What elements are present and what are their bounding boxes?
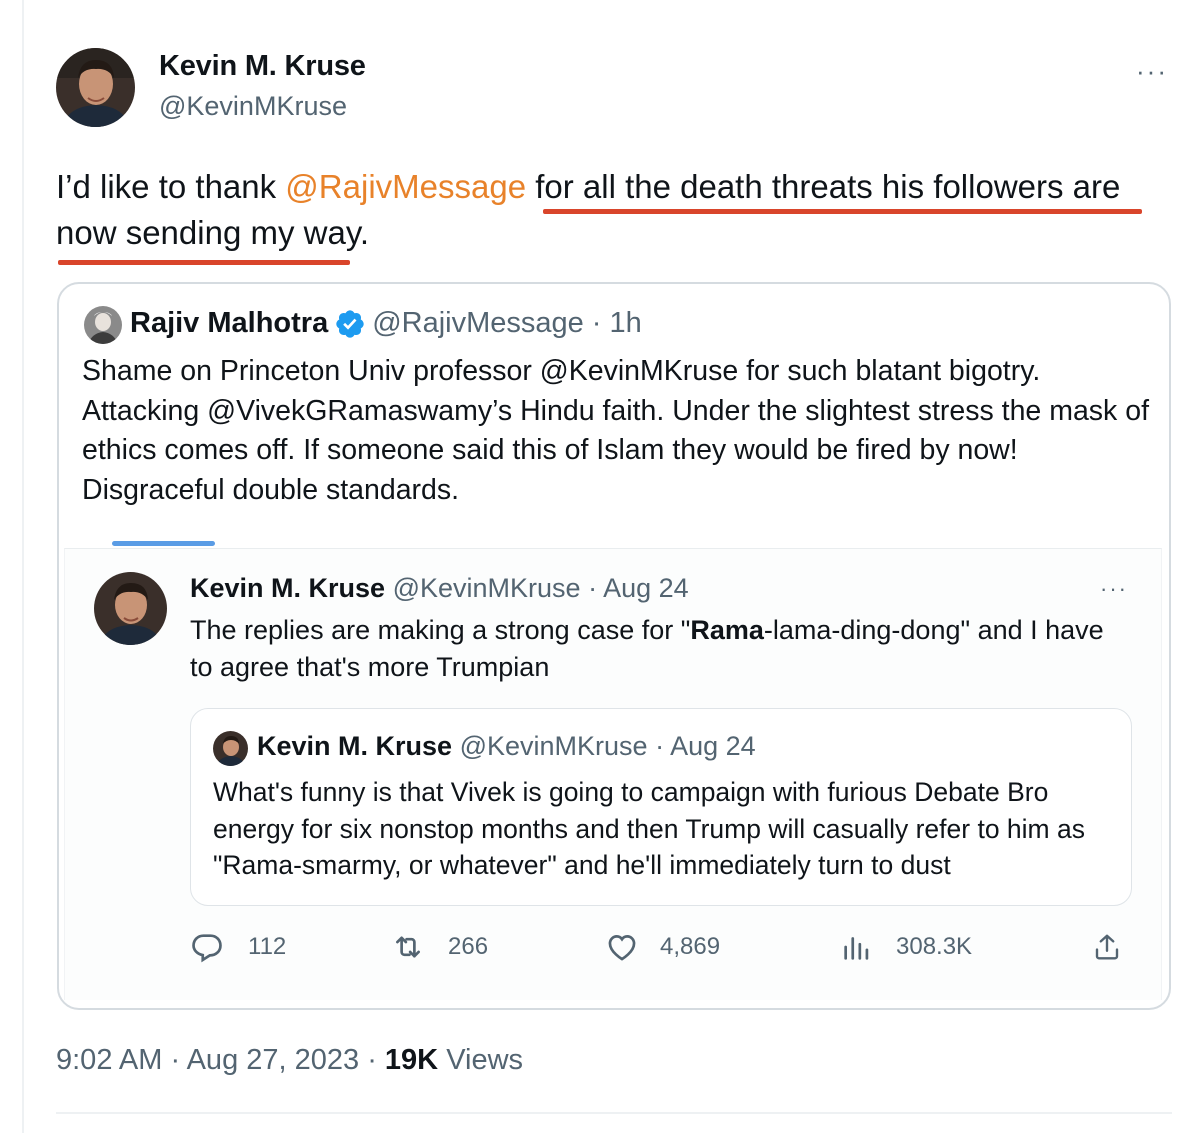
embedded-author-avatar xyxy=(94,572,167,645)
left-divider xyxy=(22,0,24,1133)
tweet-timestamp: 9:02 AM · Aug 27, 2023 · 19K Views xyxy=(56,1044,523,1077)
share-action xyxy=(1092,930,1122,964)
tweet-date[interactable]: Aug 27, 2023 xyxy=(187,1044,360,1076)
mention-link[interactable]: @RajivMessage xyxy=(285,168,526,205)
nested-author-avatar xyxy=(213,731,248,766)
embedded-text-bold: Rama xyxy=(690,615,764,645)
annotation-underline xyxy=(543,209,1142,214)
views-action: 308.3K xyxy=(840,930,972,964)
embedded-header: Kevin M. Kruse @KevinMKruse · Aug 24 xyxy=(190,573,689,604)
selected-tab-indicator xyxy=(112,541,215,546)
nested-text: What's funny is that Vivek is going to c… xyxy=(213,777,1085,880)
tweet-text-start: I’d like to thank xyxy=(56,168,286,205)
quote-author-handle[interactable]: @RajivMessage xyxy=(372,307,584,340)
share-icon xyxy=(1095,934,1119,960)
tweet-time[interactable]: 9:02 AM xyxy=(56,1044,162,1076)
like-count: 4,869 xyxy=(660,933,721,960)
reply-count: 112 xyxy=(248,933,287,960)
quote-text: Shame on Princeton Univ professor @Kevin… xyxy=(82,355,1149,506)
embedded-text: The replies are making a strong case for… xyxy=(190,612,1110,686)
like-action: 4,869 xyxy=(604,930,720,964)
embedded-time: · Aug 24 xyxy=(588,573,689,603)
separator-dot: · xyxy=(170,1044,187,1076)
reply-icon xyxy=(192,934,222,963)
views-label: Views xyxy=(446,1044,524,1076)
verified-badge-icon xyxy=(336,309,364,338)
embedded-author-name: Kevin M. Kruse xyxy=(190,573,386,603)
separator-dot: · xyxy=(367,1044,385,1076)
quote-time[interactable]: · 1h xyxy=(592,307,642,340)
author-avatar[interactable] xyxy=(56,48,135,127)
annotation-underline xyxy=(58,260,350,265)
author-name[interactable]: Kevin M. Kruse xyxy=(159,50,366,83)
embedded-more-options-icon: ··· xyxy=(1100,576,1128,601)
views-total: 19K xyxy=(384,1044,439,1076)
bottom-divider xyxy=(56,1112,1172,1114)
retweet-icon xyxy=(396,936,420,958)
reply-action: 112 xyxy=(190,930,286,964)
heart-icon xyxy=(608,935,636,961)
more-options-icon[interactable]: ··· xyxy=(1136,56,1168,87)
nested-author-handle: @KevinMKruse xyxy=(459,731,648,761)
quote-header: Rajiv Malhotra @RajivMessage · 1h xyxy=(130,307,642,340)
retweet-count: 266 xyxy=(448,933,489,960)
quote-author-avatar[interactable] xyxy=(84,306,122,344)
embedded-author-handle: @KevinMKruse xyxy=(392,573,581,603)
retweet-action: 266 xyxy=(390,930,488,964)
quote-author-name[interactable]: Rajiv Malhotra xyxy=(130,307,328,340)
nested-time: · Aug 24 xyxy=(655,731,756,761)
nested-header: Kevin M. Kruse @KevinMKruse · Aug 24 xyxy=(257,731,756,762)
nested-author-name: Kevin M. Kruse xyxy=(257,731,453,761)
analytics-icon xyxy=(844,937,869,960)
views-count: 308.3K xyxy=(896,933,973,960)
embedded-text-start: The replies are making a strong case for… xyxy=(190,615,691,645)
author-handle[interactable]: @KevinMKruse xyxy=(159,91,347,122)
